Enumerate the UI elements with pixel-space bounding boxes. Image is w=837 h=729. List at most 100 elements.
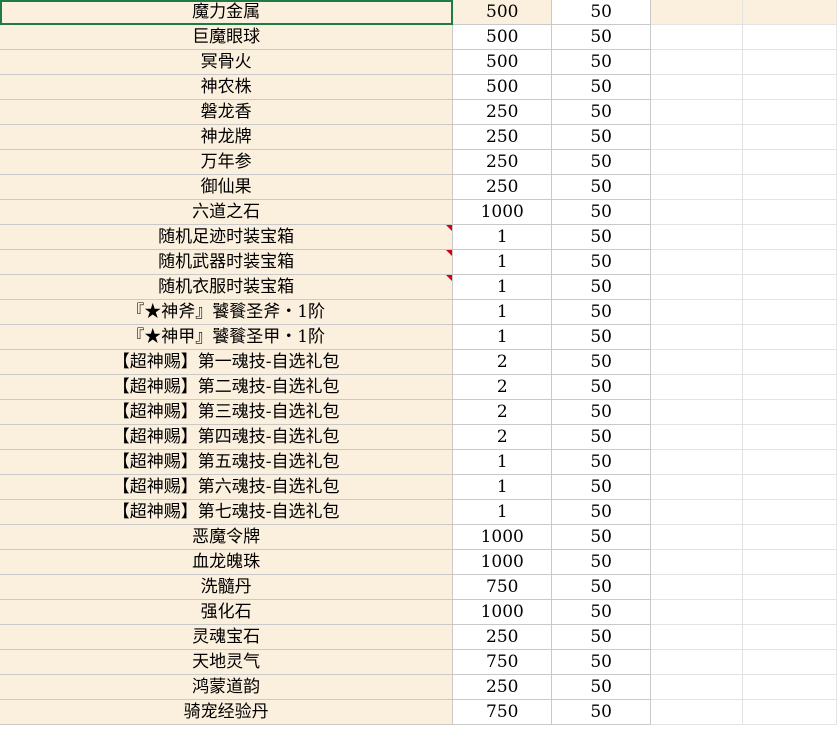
limit-cell[interactable]: 50: [551, 649, 652, 675]
empty-cell[interactable]: [742, 399, 837, 425]
empty-cell[interactable]: [742, 174, 837, 200]
item-name-cell[interactable]: 随机足迹时装宝箱: [0, 224, 454, 250]
empty-cell[interactable]: [742, 624, 837, 650]
quantity-cell[interactable]: 1: [452, 274, 553, 300]
quantity-cell[interactable]: 750: [452, 649, 553, 675]
empty-cell[interactable]: [650, 274, 744, 300]
limit-cell[interactable]: 50: [551, 474, 652, 500]
item-name-cell[interactable]: 洗髓丹: [0, 574, 454, 600]
limit-cell[interactable]: 50: [551, 549, 652, 575]
empty-cell[interactable]: [742, 349, 837, 375]
empty-cell[interactable]: [742, 299, 837, 325]
limit-cell[interactable]: 50: [551, 374, 652, 400]
limit-cell[interactable]: 50: [551, 74, 652, 100]
empty-cell[interactable]: [650, 574, 744, 600]
empty-cell[interactable]: [650, 699, 744, 725]
limit-cell[interactable]: 50: [551, 274, 652, 300]
item-name-cell[interactable]: 【超神赐】第七魂技-自选礼包: [0, 499, 454, 525]
item-name-cell[interactable]: 恶魔令牌: [0, 524, 454, 550]
limit-cell[interactable]: 50: [551, 199, 652, 225]
item-name-cell[interactable]: 血龙魄珠: [0, 549, 454, 575]
limit-cell[interactable]: 50: [551, 224, 652, 250]
empty-cell[interactable]: [650, 224, 744, 250]
empty-cell[interactable]: [742, 474, 837, 500]
empty-cell[interactable]: [742, 524, 837, 550]
empty-cell[interactable]: [742, 324, 837, 350]
quantity-cell[interactable]: 250: [452, 149, 553, 175]
quantity-cell[interactable]: 1000: [452, 599, 553, 625]
empty-cell[interactable]: [650, 24, 744, 50]
limit-cell[interactable]: 50: [551, 299, 652, 325]
item-name-cell[interactable]: 【超神赐】第五魂技-自选礼包: [0, 449, 454, 475]
item-name-cell[interactable]: 万年参: [0, 149, 454, 175]
item-name-cell[interactable]: 『★神甲』饕餮圣甲・1阶: [0, 324, 454, 350]
item-name-cell[interactable]: 强化石: [0, 599, 454, 625]
empty-cell[interactable]: [650, 599, 744, 625]
empty-cell[interactable]: [742, 274, 837, 300]
empty-cell[interactable]: [742, 699, 837, 725]
quantity-cell[interactable]: 2: [452, 424, 553, 450]
empty-cell[interactable]: [650, 149, 744, 175]
item-name-cell[interactable]: 【超神赐】第四魂技-自选礼包: [0, 424, 454, 450]
empty-cell[interactable]: [650, 99, 744, 125]
empty-cell[interactable]: [650, 449, 744, 475]
limit-cell[interactable]: 50: [551, 424, 652, 450]
quantity-cell[interactable]: 250: [452, 624, 553, 650]
quantity-cell[interactable]: 1: [452, 249, 553, 275]
empty-cell[interactable]: [742, 249, 837, 275]
item-name-cell[interactable]: 巨魔眼球: [0, 24, 454, 50]
item-name-cell[interactable]: 灵魂宝石: [0, 624, 454, 650]
empty-cell[interactable]: [742, 49, 837, 75]
item-name-cell[interactable]: 冥骨火: [0, 49, 454, 75]
empty-cell[interactable]: [742, 199, 837, 225]
limit-cell[interactable]: 50: [551, 699, 652, 725]
empty-cell[interactable]: [742, 574, 837, 600]
empty-cell[interactable]: [650, 249, 744, 275]
comment-indicator-icon[interactable]: [446, 225, 452, 231]
empty-cell[interactable]: [742, 424, 837, 450]
limit-cell[interactable]: 50: [551, 399, 652, 425]
empty-cell[interactable]: [742, 674, 837, 700]
empty-cell[interactable]: [650, 374, 744, 400]
empty-cell[interactable]: [650, 49, 744, 75]
quantity-cell[interactable]: 1000: [452, 199, 553, 225]
empty-cell[interactable]: [742, 149, 837, 175]
empty-cell[interactable]: [650, 349, 744, 375]
empty-cell[interactable]: [742, 24, 837, 50]
empty-cell[interactable]: [650, 399, 744, 425]
empty-cell[interactable]: [650, 649, 744, 675]
item-name-cell[interactable]: 【超神赐】第三魂技-自选礼包: [0, 399, 454, 425]
limit-cell[interactable]: 50: [551, 574, 652, 600]
quantity-cell[interactable]: 1: [452, 299, 553, 325]
item-name-cell[interactable]: 骑宠经验丹: [0, 699, 454, 725]
empty-cell[interactable]: [650, 299, 744, 325]
limit-cell[interactable]: 50: [551, 124, 652, 150]
quantity-cell[interactable]: 2: [452, 399, 553, 425]
empty-cell[interactable]: [650, 74, 744, 100]
limit-cell[interactable]: 50: [551, 324, 652, 350]
item-name-cell[interactable]: 魔力金属: [0, 0, 454, 25]
empty-cell[interactable]: [650, 324, 744, 350]
empty-cell[interactable]: [742, 224, 837, 250]
empty-cell[interactable]: [650, 524, 744, 550]
comment-indicator-icon[interactable]: [446, 275, 452, 281]
limit-cell[interactable]: 50: [551, 24, 652, 50]
limit-cell[interactable]: 50: [551, 0, 652, 25]
limit-cell[interactable]: 50: [551, 449, 652, 475]
quantity-cell[interactable]: 750: [452, 574, 553, 600]
empty-cell[interactable]: [650, 174, 744, 200]
quantity-cell[interactable]: 1000: [452, 549, 553, 575]
empty-cell[interactable]: [742, 99, 837, 125]
empty-cell[interactable]: [742, 124, 837, 150]
limit-cell[interactable]: 50: [551, 99, 652, 125]
limit-cell[interactable]: 50: [551, 249, 652, 275]
item-name-cell[interactable]: 【超神赐】第一魂技-自选礼包: [0, 349, 454, 375]
quantity-cell[interactable]: 250: [452, 99, 553, 125]
item-name-cell[interactable]: 神农株: [0, 74, 454, 100]
item-name-cell[interactable]: 磐龙香: [0, 99, 454, 125]
item-name-cell[interactable]: 鸿蒙道韵: [0, 674, 454, 700]
quantity-cell[interactable]: 500: [452, 0, 553, 25]
limit-cell[interactable]: 50: [551, 524, 652, 550]
item-name-cell[interactable]: 随机衣服时装宝箱: [0, 274, 454, 300]
quantity-cell[interactable]: 2: [452, 374, 553, 400]
